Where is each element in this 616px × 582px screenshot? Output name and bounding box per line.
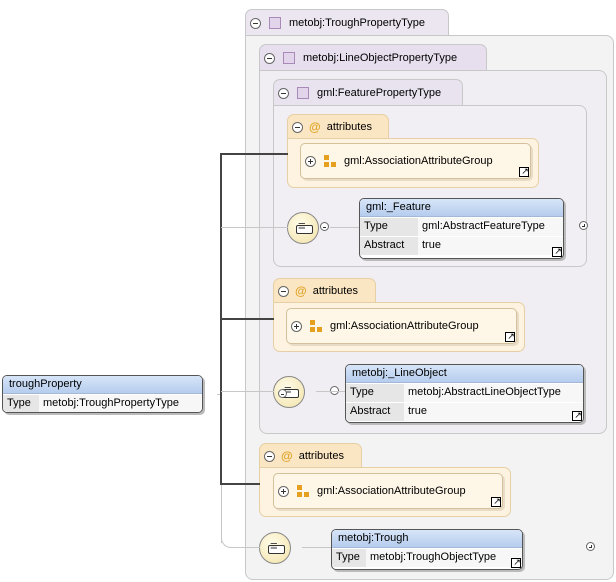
connector-line [221,391,274,392]
attributes-tab-3[interactable]: @ attributes [259,443,362,468]
type-value: metobj:TroughObjectType [366,549,522,567]
attribute-group-icon [297,485,309,497]
complex-type-icon [269,17,281,29]
type-key: Type [360,218,418,236]
attribute-group-box-1[interactable]: gml:AssociationAttributeGroup [300,143,531,179]
root-element-trough-property[interactable]: troughProperty Type metobj:TroughProperty… [2,375,203,413]
complex-type-icon [283,52,295,64]
at-sign-icon: @ [295,284,307,298]
collapse-icon[interactable] [264,450,275,462]
sequence-icon-1[interactable] [287,212,319,244]
reference-arrow-icon[interactable] [505,330,516,342]
reference-arrow-icon[interactable] [491,495,502,507]
abstract-key: Abstract [360,237,418,255]
at-sign-icon: @ [309,120,321,134]
connector-line [221,227,288,228]
collapse-icon[interactable] [250,17,261,29]
collapse-icon[interactable] [278,285,289,297]
attribute-group-box-2[interactable]: gml:AssociationAttributeGroup [286,308,517,344]
attribute-group-icon [324,155,336,167]
connector-line [220,153,288,155]
element-metobj-line-object[interactable]: metobj:_LineObject Type metobj:AbstractLi… [345,364,584,423]
connector-curve [221,528,260,548]
connector-line [220,318,274,320]
reference-arrow-icon[interactable] [519,165,530,177]
complex-type-icon [297,87,309,99]
attributes-label: attributes [298,450,344,462]
attribute-group-box-3[interactable]: gml:AssociationAttributeGroup [273,473,503,509]
connector-line [316,391,346,392]
collapse-icon[interactable] [264,52,275,64]
type-value: gml:AbstractFeatureType [418,218,563,236]
complex-type-tab-line-object-property-type[interactable]: metobj:LineObjectPropertyType [259,44,487,71]
type-value: metobj:TroughPropertyType [39,395,202,412]
reference-arrow-icon[interactable] [572,409,583,421]
element-name: metobj:Trough [332,530,522,548]
element-gml-feature[interactable]: gml:_Feature Type gml:AbstractFeatureType… [359,198,564,259]
complex-type-tab-feature-property-type[interactable]: gml:FeaturePropertyType [273,79,463,106]
at-sign-icon: @ [281,449,293,463]
reference-arrow-icon[interactable] [511,556,522,568]
attributes-label: attributes [326,121,372,133]
element-name: troughProperty [3,376,202,394]
collapse-icon[interactable] [292,121,303,133]
expand-icon[interactable] [305,155,316,167]
type-key: Type [3,395,39,412]
abstract-key: Abstract [346,403,404,421]
element-metobj-trough[interactable]: metobj:Trough Type metobj:TroughObjectTyp… [331,529,523,570]
complex-type-name: gml:FeaturePropertyType [317,87,442,99]
connector-line [302,547,332,548]
expand-icon[interactable] [291,320,302,332]
element-name: gml:_Feature [360,199,563,217]
expand-icon[interactable] [579,221,589,230]
attribute-group-name: gml:AssociationAttributeGroup [344,155,493,167]
reference-arrow-icon[interactable] [552,245,563,257]
attribute-group-name: gml:AssociationAttributeGroup [330,320,479,332]
connector-line [330,227,360,228]
collapse-icon[interactable] [320,222,329,231]
abstract-value: true [418,237,563,255]
complex-type-tab-trough-property-type[interactable]: metobj:TroughPropertyType [245,9,449,36]
collapse-icon[interactable] [278,87,289,99]
complex-type-name: metobj:LineObjectPropertyType [303,52,458,64]
attributes-tab-1[interactable]: @ attributes [287,114,389,139]
abstract-value: true [404,403,583,421]
connector-line [220,483,260,485]
type-key: Type [346,384,404,402]
sequence-icon-3[interactable] [259,532,291,564]
complex-type-name: metobj:TroughPropertyType [289,17,425,29]
type-value: metobj:AbstractLineObjectType [404,384,583,402]
element-name: metobj:_LineObject [346,365,583,383]
attribute-group-name: gml:AssociationAttributeGroup [317,485,466,497]
type-key: Type [332,549,366,567]
expand-icon[interactable] [278,485,289,497]
attribute-group-icon [310,320,322,332]
attributes-tab-2[interactable]: @ attributes [273,278,376,303]
attributes-label: attributes [312,285,358,297]
